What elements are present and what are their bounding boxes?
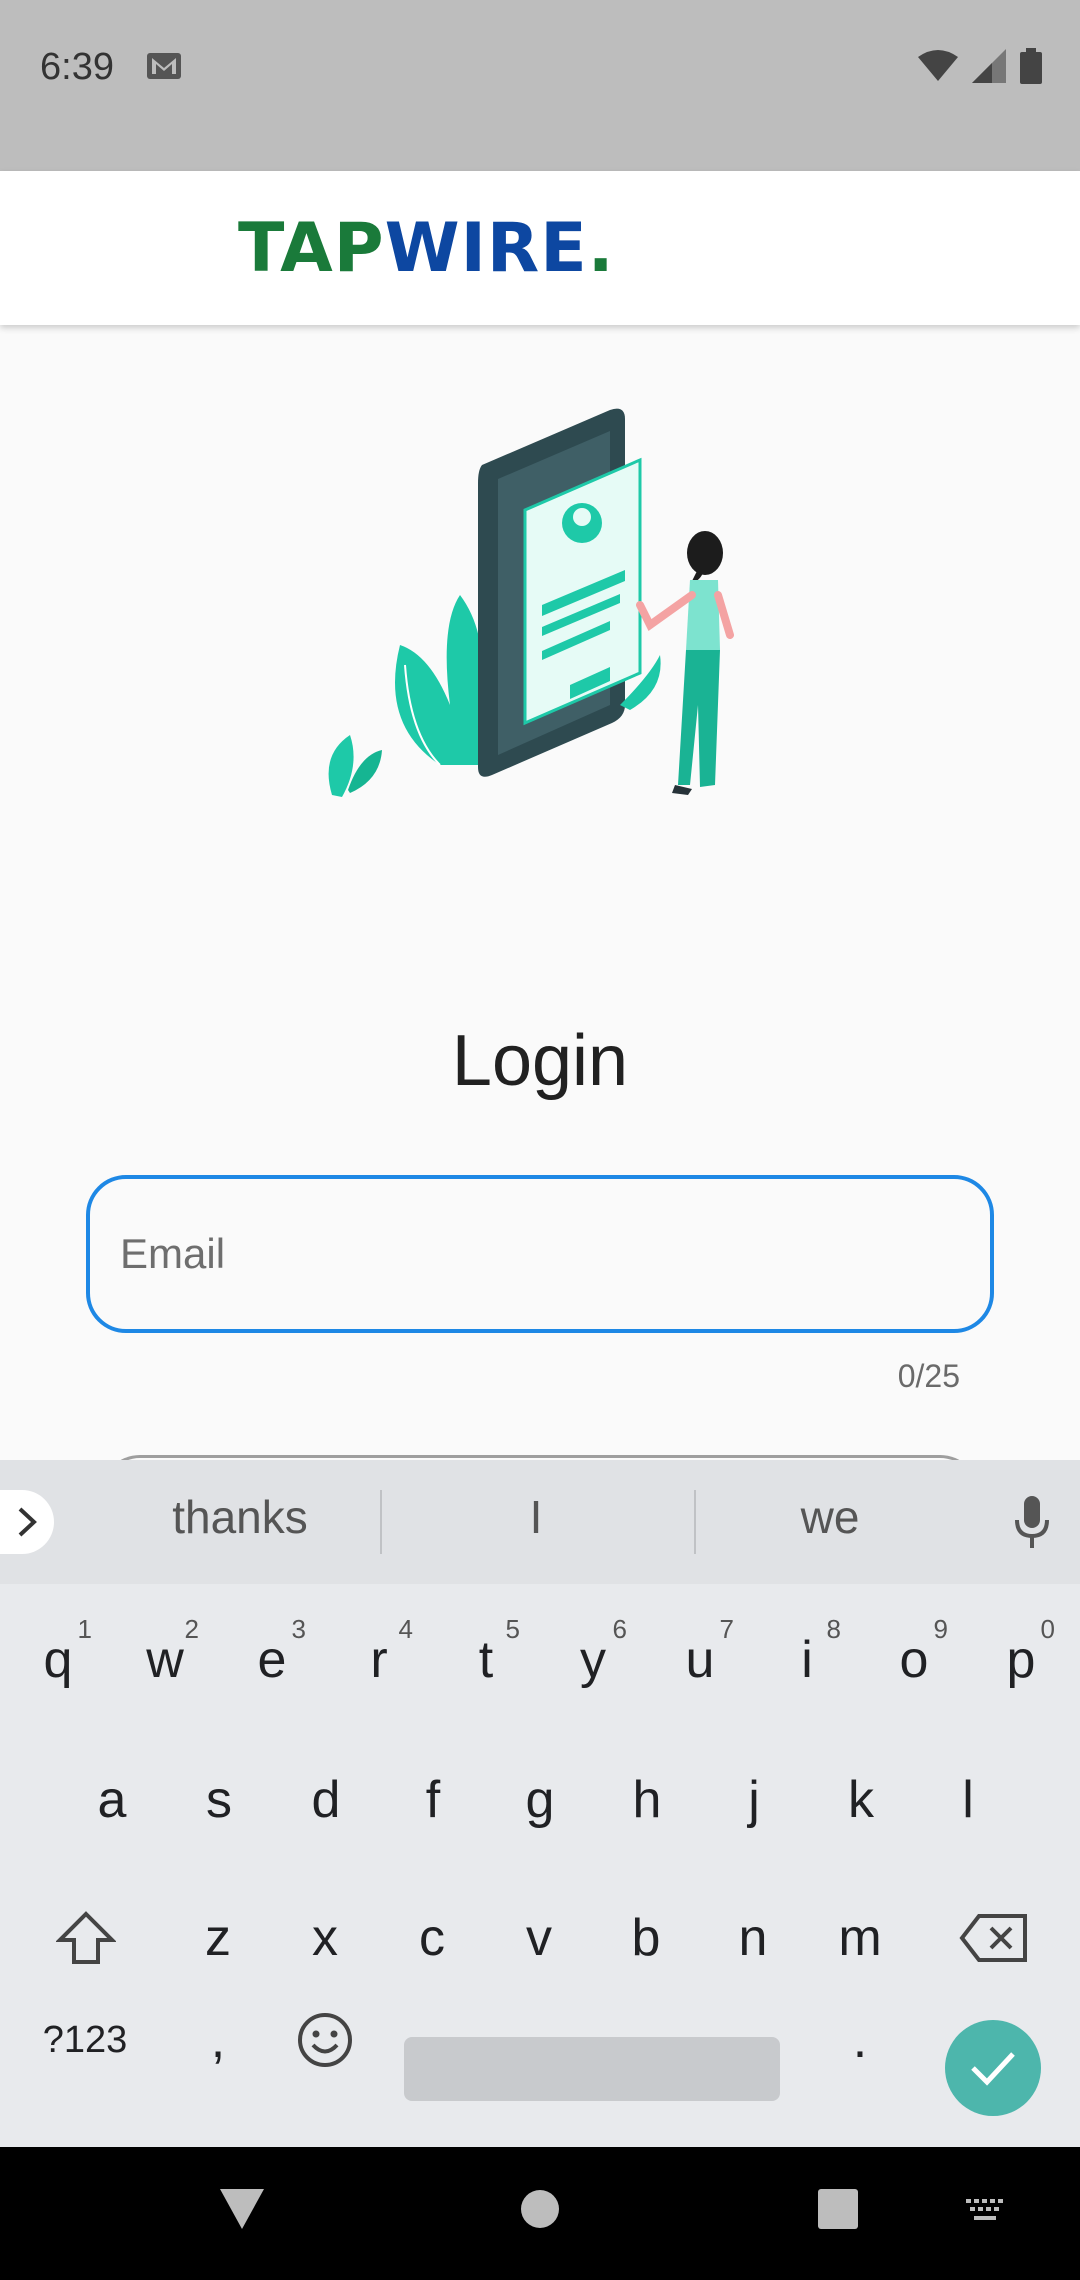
key-number-hint: 6	[612, 1614, 627, 1644]
screen: 6:39 TAPWIRE. Login Email 0/25 thanks I …	[0, 0, 1080, 2280]
key-t[interactable]: t5	[436, 1600, 536, 1720]
soft-keyboard: thanks I we q1w2e3r4t5y6u7i8o9p0 asdfghj…	[0, 1460, 1080, 2147]
navigation-bar	[0, 2147, 1080, 2280]
key-s[interactable]: s	[169, 1740, 269, 1860]
key-label: u	[685, 1631, 715, 1689]
key-number-hint: 8	[826, 1614, 841, 1644]
app-bar: TAPWIRE.	[0, 171, 1080, 325]
key-label: q	[43, 1631, 73, 1689]
key-number-hint: 0	[1040, 1614, 1055, 1644]
check-icon	[971, 2052, 1015, 2086]
backspace-icon	[959, 1914, 1027, 1962]
status-icons	[918, 48, 1042, 84]
suggestion-divider	[694, 1490, 696, 1554]
key-n[interactable]: n	[703, 1878, 803, 1998]
key-c[interactable]: c	[382, 1878, 482, 1998]
microphone-icon[interactable]	[1014, 1496, 1050, 1550]
key-p[interactable]: p0	[971, 1600, 1071, 1720]
key-number-hint: 2	[184, 1614, 199, 1644]
key-label: t	[478, 1631, 494, 1689]
keyboard-switch-icon[interactable]	[966, 2199, 1006, 2225]
key-k[interactable]: k	[811, 1740, 911, 1860]
key-y[interactable]: y6	[543, 1600, 643, 1720]
space-bar[interactable]	[404, 2037, 780, 2101]
recents-icon[interactable]	[818, 2189, 858, 2229]
suggestion-divider	[380, 1490, 382, 1554]
key-label: r	[370, 1631, 388, 1689]
backspace-key[interactable]	[944, 1878, 1044, 1998]
suggestion-3[interactable]: we	[730, 1490, 930, 1544]
symbols-key[interactable]: ?123	[35, 1980, 135, 2100]
key-e[interactable]: e3	[222, 1600, 322, 1720]
key-v[interactable]: v	[489, 1878, 589, 1998]
keyboard-row-1: q1w2e3r4t5y6u7i8o9p0	[0, 1600, 1080, 1730]
key-label: w	[146, 1631, 184, 1689]
key-b[interactable]: b	[596, 1878, 696, 1998]
logo-part-wire: WIRE	[384, 209, 588, 288]
suggestion-2[interactable]: I	[436, 1490, 636, 1544]
comma-key[interactable]: ,	[168, 1980, 268, 2100]
key-number-hint: 3	[291, 1614, 306, 1644]
key-i[interactable]: i8	[757, 1600, 857, 1720]
keyboard-row-2: asdfghjkl	[0, 1740, 1080, 1870]
logo-part-dot: .	[587, 209, 615, 288]
email-input[interactable]	[120, 1179, 960, 1329]
character-counter: 0/25	[897, 1358, 960, 1394]
battery-icon	[1020, 48, 1042, 84]
email-field[interactable]	[86, 1175, 994, 1333]
key-g[interactable]: g	[490, 1740, 590, 1860]
key-a[interactable]: a	[62, 1740, 162, 1860]
tapwire-logo: TAPWIRE.	[238, 209, 615, 288]
signal-icon	[972, 49, 1006, 83]
key-h[interactable]: h	[597, 1740, 697, 1860]
key-number-hint: 7	[719, 1614, 734, 1644]
home-icon[interactable]	[520, 2189, 560, 2229]
status-time: 6:39	[40, 46, 114, 88]
enter-button[interactable]	[945, 2020, 1041, 2116]
emoji-key[interactable]	[275, 1980, 375, 2100]
status-bar: 6:39	[0, 0, 1080, 171]
key-label: i	[801, 1631, 813, 1689]
suggestion-1[interactable]: thanks	[140, 1490, 340, 1544]
chevron-right-icon	[18, 1507, 37, 1537]
key-number-hint: 4	[398, 1614, 413, 1644]
expand-suggestions-button[interactable]	[0, 1490, 54, 1554]
key-u[interactable]: u7	[650, 1600, 750, 1720]
gmail-icon	[147, 53, 181, 79]
key-label: o	[899, 1631, 929, 1689]
key-q[interactable]: q1	[8, 1600, 108, 1720]
key-d[interactable]: d	[276, 1740, 376, 1860]
key-number-hint: 9	[933, 1614, 948, 1644]
key-number-hint: 5	[505, 1614, 520, 1644]
login-illustration	[328, 408, 734, 797]
page-title: Login	[451, 1021, 629, 1101]
shift-icon	[55, 1911, 117, 1964]
suggestion-bar: thanks I we	[0, 1460, 1080, 1584]
key-f[interactable]: f	[383, 1740, 483, 1860]
key-o[interactable]: o9	[864, 1600, 964, 1720]
back-icon[interactable]	[218, 2187, 266, 2231]
period-key[interactable]: .	[810, 1980, 910, 2100]
key-l[interactable]: l	[918, 1740, 1018, 1860]
logo-part-tap: TAP	[238, 209, 385, 288]
key-r[interactable]: r4	[329, 1600, 429, 1720]
wifi-icon	[918, 50, 958, 81]
keyboard-row-3: zxcvbnm	[0, 1878, 1080, 2008]
key-label: e	[257, 1631, 287, 1689]
key-w[interactable]: w2	[115, 1600, 215, 1720]
key-label: p	[1006, 1631, 1036, 1689]
key-number-hint: 1	[77, 1614, 92, 1644]
key-j[interactable]: j	[704, 1740, 804, 1860]
key-label: y	[580, 1631, 606, 1689]
emoji-icon	[298, 2013, 352, 2067]
